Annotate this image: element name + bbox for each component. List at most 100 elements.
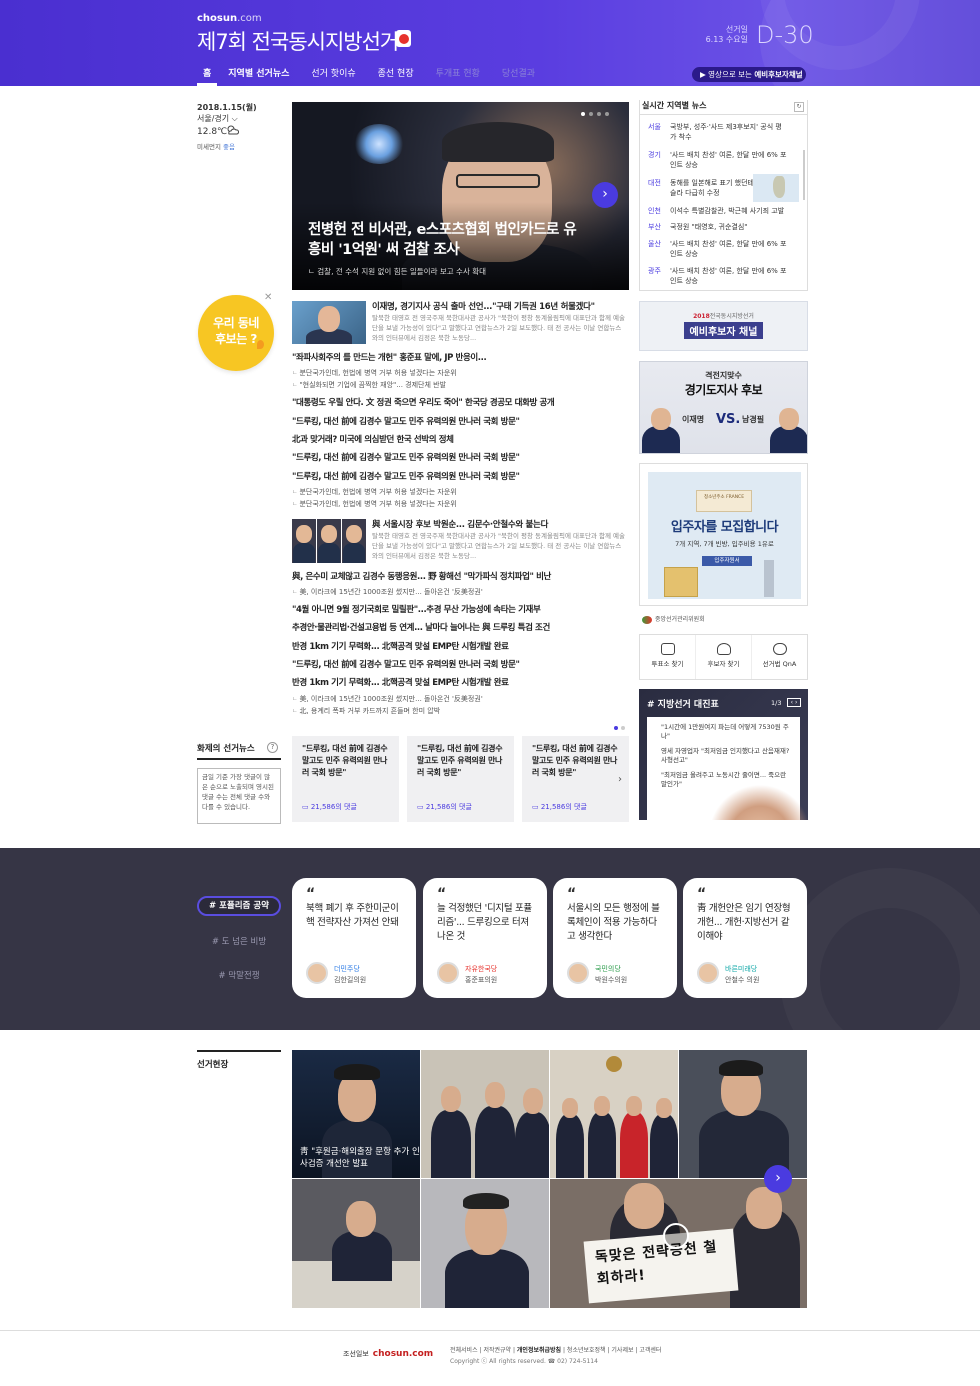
matchup-card[interactable]: "1시간에 1만원여지 파는데 어떻게 7530원 주나" 영세 자영업자 "최…: [647, 717, 808, 820]
footer-link[interactable]: 개인정보취급방침: [517, 1347, 561, 1354]
news-thumbnail[interactable]: [292, 301, 366, 344]
regional-news-item[interactable]: 광주 '사드 배치 찬성' 여론, 한달 만에 6% 포인트 상승: [648, 266, 788, 286]
related-news[interactable]: "현실화되면 기업에 끔찍한 재앙"... 경제단체 반발: [292, 380, 446, 391]
pager-dot[interactable]: [581, 112, 585, 116]
pledge-card[interactable]: “靑 개헌안은 임기 연장형 개헌... 개헌·지방선거 같이해야 바른미래당 안철…: [683, 878, 807, 998]
news-thumbnail-group[interactable]: [292, 519, 366, 563]
election-badge-icon: [396, 30, 411, 47]
tab-verbal-war[interactable]: # 막말전쟁: [197, 966, 281, 986]
field-photo[interactable]: [292, 1179, 420, 1308]
regional-news-item[interactable]: 대전 동해를 일본해로 표기 했던테슬라 다급히 수정: [648, 178, 756, 198]
hot-news-card[interactable]: "드루킹, 대선 前에 김경수 말고도 민주 유력의원 만나러 국회 방문"21…: [292, 736, 399, 822]
related-news[interactable]: 美, 이라크에 15년간 1000조원 썼지만... 돌아온건 '反美정권': [292, 694, 482, 705]
field-photo[interactable]: 靑 "후원금·해외출장 문항 추가 인사검증 개선안 발표: [292, 1050, 420, 1178]
news-headline[interactable]: "드루킹, 대선 前에 김경수 말고도 민주 유력의원 만나러 국회 방문": [292, 660, 520, 671]
news-headline[interactable]: 추경안·물관리법·건설고용법 등 연계... 날마다 늘어나는 與 드루킹 특검…: [292, 623, 550, 634]
news-headline[interactable]: "4월 아니면 9월 정기국회로 밀릴판"...추경 무산 가능성에 속타는 기…: [292, 605, 541, 616]
footer-link[interactable]: 기사제보: [611, 1347, 633, 1354]
region-map: [753, 174, 799, 202]
related-news[interactable]: 분단국가인데, 헌법에 병역 거부 허용 넣겠다는 자운위: [292, 499, 456, 510]
news-headline[interactable]: "드루킹, 대선 前에 김경수 말고도 민주 유력의원 만나러 국회 방문": [292, 472, 520, 483]
candidate-channel-banner[interactable]: 2018전국동시지방선거 예비후보자 채널: [639, 301, 808, 351]
footer-link[interactable]: 청소년보호정책: [567, 1347, 606, 1354]
pager-dot[interactable]: [621, 726, 625, 730]
find-polling-station-button[interactable]: 투표소 찾기: [640, 635, 696, 679]
hot-news-card[interactable]: "드루킹, 대선 前에 김경수 말고도 민주 유력의원 만나러 국회 방문"21…: [407, 736, 514, 822]
grid-next-button[interactable]: ›: [764, 1165, 792, 1193]
field-video[interactable]: 독맞은 전략공천 철회하라!: [550, 1179, 807, 1308]
refresh-icon[interactable]: ↻: [794, 102, 804, 112]
pager-dot[interactable]: [614, 726, 618, 730]
lead-news-1[interactable]: 이재명, 경기지사 공식 출마 선언..."구태 기득권 16년 허물겠다" 탈…: [372, 301, 627, 343]
related-news[interactable]: 분단국가인데, 헌법에 병역 거부 허용 넣겠다는 자운위: [292, 487, 456, 498]
nav-vote-status[interactable]: 투개표 현황: [425, 62, 491, 86]
footer-link[interactable]: 저작권규약: [483, 1347, 511, 1354]
photo-caption[interactable]: 靑 "후원금·해외출장 문항 추가 인사검증 개선안 발표: [300, 1146, 420, 1170]
scrollbar[interactable]: [803, 150, 805, 200]
field-photo[interactable]: [679, 1050, 807, 1178]
pager-dot[interactable]: [597, 112, 601, 116]
nav-home[interactable]: 홈: [197, 62, 218, 86]
close-icon[interactable]: ✕: [264, 292, 272, 303]
tab-populism[interactable]: # 포퓰리즘 공약: [197, 896, 281, 916]
hero-headline[interactable]: 전병헌 전 비서관, e스포츠협회 법인카드로 유흥비 '1억원' 써 검찰 조…: [308, 220, 588, 260]
news-headline[interactable]: "드루킹, 대선 前에 김경수 말고도 민주 유력의원 만나러 국회 방문": [292, 453, 520, 464]
footer-link[interactable]: 고객센터: [639, 1347, 661, 1354]
video-channel-button[interactable]: ▶ 영상으로 보는 예비후보자채널: [692, 67, 806, 82]
field-photo[interactable]: [421, 1050, 549, 1178]
hero-subheadline[interactable]: ㄴ 검찰, 전 수석 지원 없이 힘든 일들이라 보고 수사 확대: [308, 266, 486, 277]
related-news[interactable]: 분단국가인데, 헌법에 병역 거부 허용 넣겠다는 자운위: [292, 368, 456, 379]
news-headline[interactable]: "대통령도 우릴 안다. 文 정권 죽으면 우리도 죽어" 한국당 경공모 대화…: [292, 398, 555, 409]
play-icon[interactable]: [663, 1223, 689, 1249]
brand-logo[interactable]: chosun.com: [197, 13, 262, 24]
news-headline[interactable]: 與, 은수미 교체않고 김경수 동행응원... 野 황해선 "막가파식 정치파업…: [292, 572, 551, 583]
matchup-quote[interactable]: 영세 자영업자 "최저임금 인지했다고 산음재재? 사형선고": [661, 747, 794, 765]
regional-news-item[interactable]: 서울 국방부, 성주·'사드 제3후보지' 공식 평가 착수: [648, 122, 788, 142]
hot-news-card[interactable]: "드루킹, 대선 前에 김경수 말고도 민주 유력의원 만나러 국회 방문"21…: [522, 736, 629, 822]
rival-matchup-banner[interactable]: 격전지맞수 경기도지사 후보 이재명 VS. 남경필: [639, 361, 808, 454]
news-headline[interactable]: "좌파사회주의 를 만드는 개헌" 홍준표 말에, JP 반응이...: [292, 353, 487, 364]
weather-region-select[interactable]: 서울/경기 ⌵: [197, 113, 287, 124]
protest-sign: 독맞은 전략공천 철회하라!: [583, 1228, 739, 1304]
news-headline[interactable]: "드루킹, 대선 前에 김경수 말고도 민주 유력의원 만나러 국회 방문": [292, 417, 520, 428]
hero-photo-glasses: [456, 174, 540, 188]
hero-next-button[interactable]: ›: [592, 182, 618, 208]
matchup-quote[interactable]: "1시간에 1만원여지 파는데 어떻게 7530원 주나": [661, 723, 794, 741]
pager-dot[interactable]: [589, 112, 593, 116]
footer-link[interactable]: 전체서비스: [450, 1347, 478, 1354]
avatar: [437, 962, 459, 984]
news-headline[interactable]: 반경 1km 기기 무력화... 北핵공격 맞설 EMP탄 시험개발 완료: [292, 678, 509, 689]
chevron-right-icon[interactable]: ›: [618, 774, 622, 785]
pledge-card[interactable]: “서울시의 모든 행정에 블록체인이 적용 가능하다고 생각한다 국민의당 박원수의…: [553, 878, 677, 998]
hero-news[interactable]: 전병헌 전 비서관, e스포츠협회 법인카드로 유흥비 '1억원' 써 검찰 조…: [292, 102, 629, 290]
related-news[interactable]: 美, 이라크에 15년간 1000조원 썼지만... 돌아온건 '反美정권': [292, 587, 482, 598]
regional-news-item[interactable]: 인천 이석수 특별감찰관, 박근혜 사기죄 고발: [648, 206, 788, 216]
footer-logo[interactable]: 조선일보 chosun.com: [343, 1349, 437, 1359]
news-headline[interactable]: 北과 맞거래? 미국에 의심받던 한국 선박의 정체: [292, 435, 454, 446]
related-news[interactable]: 北, 용계리 폭파 거부 카드까지 흔들며 한미 압박: [292, 706, 440, 717]
pager-arrows[interactable]: ‹ ›: [787, 698, 801, 707]
regional-news-item[interactable]: 울산 '사드 배치 찬성' 여론, 한달 만에 6% 포인트 상승: [648, 239, 788, 259]
resident-recruit-banner[interactable]: 청소년주소 FRANCE 입주자를 모집합니다 7개 지역, 7개 빈방, 입주…: [639, 463, 808, 606]
field-photo[interactable]: [421, 1179, 549, 1308]
nav-hot-issue[interactable]: 선거 핫이슈: [300, 62, 366, 86]
news-headline[interactable]: 반경 1km 기기 무력화... 北핵공격 맞설 EMP탄 시험개발 완료: [292, 642, 509, 653]
find-candidate-button[interactable]: 후보자 찾기: [696, 635, 752, 679]
candidate-photo: [770, 408, 807, 453]
nec-logo[interactable]: 중앙선거관리위원회: [642, 614, 705, 624]
nav-regional-news[interactable]: 지역별 선거뉴스: [217, 62, 300, 86]
tab-slander[interactable]: # 도 넘은 비방: [197, 932, 281, 952]
regional-news-item[interactable]: 부산 국정원 "태영호, 귀순결심": [648, 222, 788, 232]
election-law-qna-button[interactable]: 선거법 QnA: [752, 635, 807, 679]
pledge-card[interactable]: “북핵 폐기 후 주한미군이 핵 전략자산 가져선 안돼 더민주당 김한길의원: [292, 878, 416, 998]
nav-results[interactable]: 당선결과: [491, 62, 546, 86]
help-icon[interactable]: ?: [267, 742, 278, 753]
pledge-card[interactable]: “늘 걱정했던 '디지털 포퓰리즘'... 드루킹으로 터져나온 것 자유한국당 홍…: [423, 878, 547, 998]
regional-news-item[interactable]: 경기 '사드 배치 찬성' 여론, 한달 만에 6% 포인트 상승: [648, 150, 788, 170]
field-photo[interactable]: [550, 1050, 678, 1178]
my-district-candidate-button[interactable]: 우리 동네 후보는 ?: [198, 295, 274, 371]
pager-dot[interactable]: [605, 112, 609, 116]
page-title[interactable]: 제7회 전국동시지방선거: [197, 26, 399, 56]
lead-news-2[interactable]: 與 서울시장 후보 박원순... 김문수·안철수와 붙는다 탈북한 태영호 전 …: [372, 519, 627, 561]
nav-field[interactable]: 종선 현장: [367, 62, 425, 86]
